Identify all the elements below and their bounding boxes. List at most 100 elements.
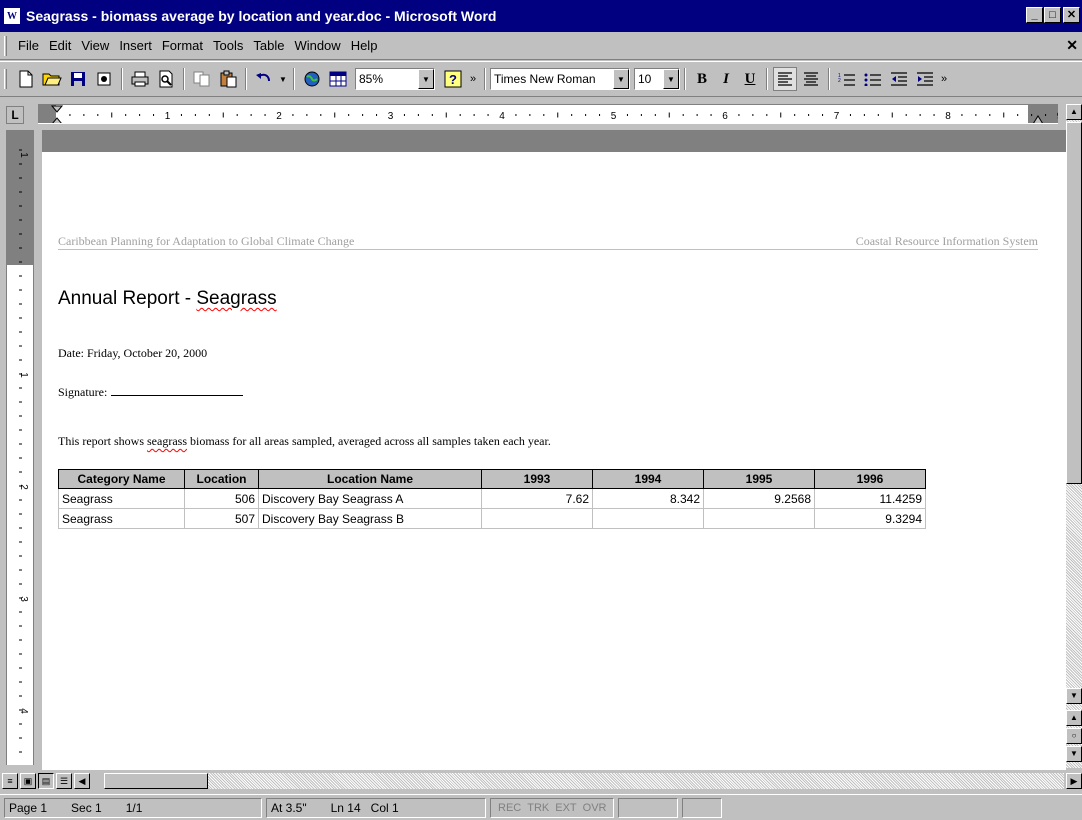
decrease-indent-icon[interactable] [887, 67, 911, 91]
menu-insert[interactable]: Insert [114, 38, 157, 53]
outline-view-icon[interactable]: ☰ [56, 773, 72, 789]
italic-button[interactable]: I [714, 71, 738, 88]
toolbar-separator [766, 68, 768, 90]
zoom-select[interactable]: 85% ▼ [355, 68, 435, 90]
web-layout-view-icon[interactable]: ▣ [20, 773, 36, 789]
desc-before: This report shows [58, 434, 147, 448]
chevron-down-icon[interactable]: ▼ [663, 69, 679, 89]
permission-icon[interactable] [92, 67, 116, 91]
table-cell: 506 [184, 488, 259, 509]
vertical-ruler-number: 1 [18, 372, 29, 378]
new-doc-icon[interactable] [14, 67, 38, 91]
table-cell: 8.342 [592, 488, 704, 509]
toolbar-separator [183, 68, 185, 90]
first-line-indent-marker[interactable] [51, 105, 63, 124]
print-icon[interactable] [128, 67, 152, 91]
horizontal-ruler-row: L 1 2 3 4 5 6 7 8 9 [0, 100, 1082, 128]
menu-help[interactable]: Help [346, 38, 383, 53]
minimize-button[interactable]: _ [1026, 7, 1043, 23]
ruler-number: 2 [276, 111, 282, 122]
numbering-icon[interactable]: 12 [835, 67, 859, 91]
tab-selector-button[interactable]: L [6, 106, 24, 124]
ruler-number: 7 [834, 111, 840, 122]
right-indent-marker[interactable] [1032, 111, 1044, 124]
table-cell: Seagrass [58, 488, 185, 509]
more-buttons-icon[interactable]: » [939, 67, 949, 91]
bold-button[interactable]: B [690, 71, 714, 88]
next-page-button[interactable]: ▼ [1066, 746, 1082, 762]
horizontal-ruler[interactable]: 1 2 3 4 5 6 7 8 9 [38, 104, 1058, 124]
table-icon[interactable] [326, 67, 350, 91]
underline-button[interactable]: U [738, 71, 762, 88]
word-app-icon[interactable]: W [3, 7, 21, 25]
increase-indent-icon[interactable] [913, 67, 937, 91]
select-browse-object-button[interactable]: ○ [1066, 728, 1082, 744]
menu-format[interactable]: Format [157, 38, 208, 53]
bullets-icon[interactable] [861, 67, 885, 91]
close-button[interactable]: ✕ [1063, 7, 1080, 23]
status-ovr[interactable]: OVR [580, 802, 610, 814]
align-left-icon[interactable] [773, 67, 797, 91]
status-trk[interactable]: TRK [524, 802, 552, 814]
help-icon[interactable]: ? [441, 67, 465, 91]
table-cell: 9.3294 [814, 508, 926, 529]
scroll-right-button[interactable]: ▶ [1066, 773, 1082, 789]
status-pages: 1/1 [125, 800, 143, 815]
ruler-number: 5 [611, 111, 617, 122]
chevron-down-icon[interactable]: ▼ [613, 69, 629, 89]
previous-page-button[interactable]: ▲ [1066, 710, 1082, 726]
table-cell: 507 [184, 508, 259, 529]
menu-file[interactable]: File [13, 38, 44, 53]
status-rec[interactable]: REC [495, 802, 524, 814]
ruler-number: 6 [722, 111, 728, 122]
maximize-button[interactable]: □ [1044, 7, 1061, 23]
scroll-up-button[interactable]: ▲ [1066, 104, 1082, 120]
horizontal-scrollbar[interactable] [104, 773, 1064, 789]
document-page[interactable]: Caribbean Planning for Adaptation to Glo… [42, 130, 1066, 770]
normal-view-icon[interactable]: ≡ [2, 773, 18, 789]
vertical-ruler[interactable]: 1 1 2 3 4 [6, 130, 34, 765]
col-1993: 1993 [481, 469, 593, 489]
table-row: Seagrass 506 Discovery Bay Seagrass A 7.… [58, 488, 926, 509]
view-bar: ≡ ▣ ▤ ☰ ◀ ▶ [0, 770, 1082, 792]
status-at: At 3.5" [271, 800, 307, 815]
toolbar-grip[interactable] [4, 69, 7, 89]
horizontal-scroll-thumb[interactable] [104, 773, 208, 789]
status-sec: Sec 1 [71, 800, 102, 815]
vertical-ruler-number: 3 [18, 596, 29, 602]
font-name-select[interactable]: Times New Roman ▼ [490, 68, 630, 90]
menu-table[interactable]: Table [248, 38, 289, 53]
print-layout-view-icon[interactable]: ▤ [38, 773, 54, 789]
paste-icon[interactable] [216, 67, 240, 91]
page-header: Caribbean Planning for Adaptation to Glo… [58, 234, 1038, 250]
table-cell [703, 508, 815, 529]
document-close-button[interactable]: ✕ [1066, 37, 1078, 54]
copy-icon[interactable] [190, 67, 214, 91]
scroll-left-button[interactable]: ◀ [74, 773, 90, 789]
status-spelling [682, 797, 723, 818]
menu-grip[interactable] [4, 35, 7, 56]
menu-edit[interactable]: Edit [44, 38, 76, 53]
print-preview-icon[interactable] [154, 67, 178, 91]
menu-view[interactable]: View [76, 38, 114, 53]
font-size-select[interactable]: 10 ▼ [634, 68, 680, 90]
undo-icon[interactable] [252, 67, 276, 91]
font-name-value: Times New Roman [494, 72, 596, 86]
menu-tools[interactable]: Tools [208, 38, 248, 53]
save-icon[interactable] [66, 67, 90, 91]
menu-window[interactable]: Window [289, 38, 345, 53]
chevron-down-icon[interactable]: ▼ [418, 69, 434, 89]
status-ext[interactable]: EXT [552, 802, 579, 814]
ruler-number: 4 [499, 111, 505, 122]
scroll-down-button[interactable]: ▼ [1066, 688, 1082, 704]
center-icon[interactable] [799, 67, 823, 91]
vertical-scrollbar[interactable]: ▲ ▼ ▲ ○ ▼ [1066, 104, 1082, 768]
vertical-scroll-thumb[interactable] [1066, 122, 1082, 484]
undo-dropdown-icon[interactable]: ▼ [278, 67, 288, 91]
standard-formatting-toolbar: ▼ 85% ▼ ? » Times New Roman ▼ 10 ▼ B I U… [0, 61, 1082, 97]
col-1996: 1996 [814, 469, 926, 489]
toolbar-separator [245, 68, 247, 90]
open-folder-icon[interactable] [40, 67, 64, 91]
web-icon[interactable] [300, 67, 324, 91]
toolbar-options-icon[interactable]: » [467, 67, 479, 91]
